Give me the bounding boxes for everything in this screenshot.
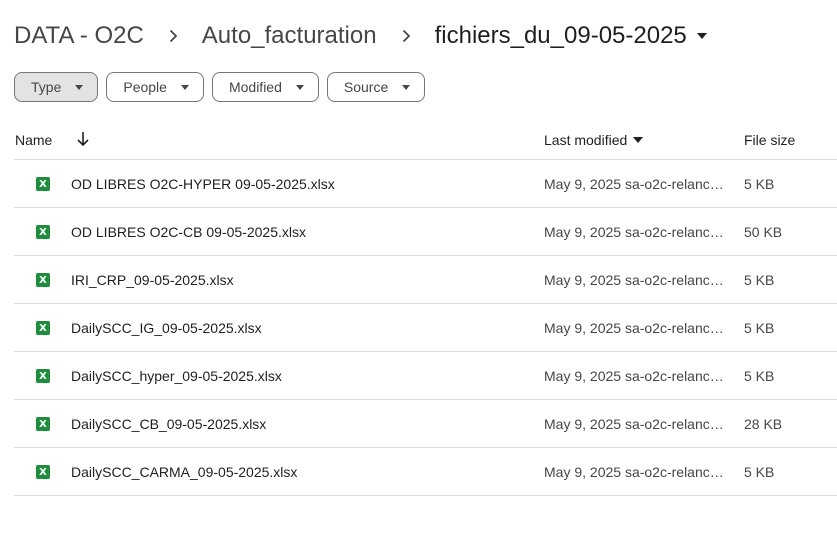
excel-icon: X bbox=[36, 273, 50, 287]
filter-chip-label: Type bbox=[31, 79, 62, 95]
breadcrumb: DATA - O2C Auto_facturation fichiers_du_… bbox=[14, 18, 707, 54]
file-row[interactable]: X DailySCC_hyper_09-05-2025.xlsx May 9, … bbox=[14, 352, 837, 400]
file-size: 5 KB bbox=[744, 320, 775, 336]
file-last-modified: May 9, 2025 sa-o2c-relance@… bbox=[544, 176, 728, 192]
breadcrumb-item-auto-facturation[interactable]: Auto_facturation bbox=[202, 22, 377, 50]
folder-menu-dropdown-icon[interactable] bbox=[696, 33, 707, 39]
file-row[interactable]: X OD LIBRES O2C-CB 09-05-2025.xlsx May 9… bbox=[14, 208, 837, 256]
file-row[interactable]: X DailySCC_CARMA_09-05-2025.xlsx May 9, … bbox=[14, 448, 837, 496]
filter-bar: Type People Modified Source bbox=[14, 72, 433, 102]
breadcrumb-item-data-o2c[interactable]: DATA - O2C bbox=[14, 22, 144, 50]
sort-direction-arrow-icon[interactable] bbox=[76, 131, 90, 147]
file-list-header: Name Last modified File size bbox=[14, 122, 837, 160]
breadcrumb-current-folder[interactable]: fichiers_du_09-05-2025 bbox=[435, 22, 687, 50]
file-last-modified: May 9, 2025 sa-o2c-relance@… bbox=[544, 272, 728, 288]
file-row[interactable]: X DailySCC_CB_09-05-2025.xlsx May 9, 202… bbox=[14, 400, 837, 448]
chevron-right-icon bbox=[377, 18, 435, 54]
excel-icon: X bbox=[36, 465, 50, 479]
filter-chip-modified[interactable]: Modified bbox=[211, 72, 319, 102]
column-header-file-size[interactable]: File size bbox=[744, 132, 795, 148]
filter-chip-label: People bbox=[123, 79, 167, 95]
file-last-modified: May 9, 2025 sa-o2c-relance@… bbox=[544, 416, 728, 432]
file-name[interactable]: IRI_CRP_09-05-2025.xlsx bbox=[71, 272, 234, 288]
caret-down-icon bbox=[402, 84, 411, 90]
excel-icon: X bbox=[36, 417, 50, 431]
excel-icon: X bbox=[36, 321, 50, 335]
column-header-name[interactable]: Name bbox=[15, 132, 52, 148]
filter-chip-label: Modified bbox=[228, 79, 282, 95]
file-name[interactable]: DailySCC_CARMA_09-05-2025.xlsx bbox=[71, 464, 297, 480]
file-name[interactable]: OD LIBRES O2C-HYPER 09-05-2025.xlsx bbox=[71, 176, 335, 192]
caret-down-icon bbox=[75, 84, 84, 90]
file-size: 5 KB bbox=[744, 176, 775, 192]
file-row[interactable]: X OD LIBRES O2C-HYPER 09-05-2025.xlsx Ma… bbox=[14, 160, 837, 208]
file-size: 28 KB bbox=[744, 416, 783, 432]
filter-chip-type[interactable]: Type bbox=[14, 72, 99, 102]
file-last-modified: May 9, 2025 sa-o2c-relance@… bbox=[544, 464, 728, 480]
file-size: 5 KB bbox=[744, 368, 775, 384]
file-last-modified: May 9, 2025 sa-o2c-relance@… bbox=[544, 224, 728, 240]
file-row[interactable]: X IRI_CRP_09-05-2025.xlsx May 9, 2025 sa… bbox=[14, 256, 837, 304]
file-size: 5 KB bbox=[744, 464, 775, 480]
column-header-label: Last modified bbox=[544, 132, 628, 148]
caret-down-icon bbox=[633, 137, 644, 143]
caret-down-icon bbox=[295, 84, 304, 90]
filter-chip-source[interactable]: Source bbox=[326, 72, 426, 102]
file-name[interactable]: OD LIBRES O2C-CB 09-05-2025.xlsx bbox=[71, 224, 306, 240]
file-list: X OD LIBRES O2C-HYPER 09-05-2025.xlsx Ma… bbox=[14, 160, 837, 496]
file-name[interactable]: DailySCC_IG_09-05-2025.xlsx bbox=[71, 320, 262, 336]
file-size: 50 KB bbox=[744, 224, 783, 240]
filter-chip-people[interactable]: People bbox=[106, 72, 204, 102]
file-last-modified: May 9, 2025 sa-o2c-relance@… bbox=[544, 368, 728, 384]
excel-icon: X bbox=[36, 225, 50, 239]
file-name[interactable]: DailySCC_hyper_09-05-2025.xlsx bbox=[71, 368, 282, 384]
file-last-modified: May 9, 2025 sa-o2c-relance@… bbox=[544, 320, 728, 336]
file-size: 5 KB bbox=[744, 272, 775, 288]
filter-chip-label: Source bbox=[343, 79, 389, 95]
chevron-right-icon bbox=[144, 18, 202, 54]
column-header-last-modified[interactable]: Last modified bbox=[544, 132, 644, 148]
file-name[interactable]: DailySCC_CB_09-05-2025.xlsx bbox=[71, 416, 266, 432]
excel-icon: X bbox=[36, 369, 50, 383]
file-row[interactable]: X DailySCC_IG_09-05-2025.xlsx May 9, 202… bbox=[14, 304, 837, 352]
excel-icon: X bbox=[36, 177, 50, 191]
caret-down-icon bbox=[180, 84, 189, 90]
